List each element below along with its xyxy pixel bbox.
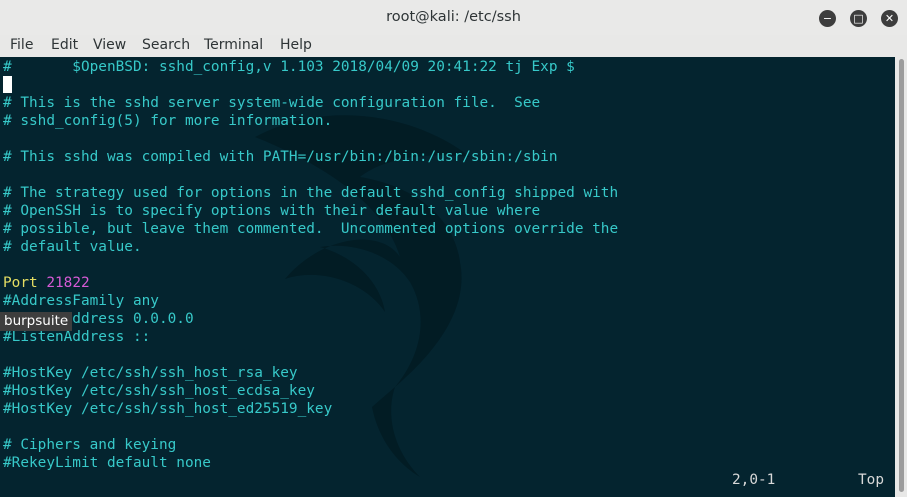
- menu-help[interactable]: Help: [280, 37, 312, 53]
- menu-search[interactable]: Search: [142, 37, 190, 53]
- port-line: Port 21822: [3, 274, 90, 292]
- scroll-position-status: Top: [858, 472, 884, 488]
- code-line: # $OpenBSD: sshd_config,v 1.103 2018/04/…: [3, 59, 575, 75]
- code-line: #HostKey /etc/ssh/ssh_host_ed25519_key: [3, 401, 333, 417]
- menu-edit[interactable]: Edit: [51, 37, 78, 53]
- vertical-scrollbar[interactable]: [895, 57, 907, 497]
- menu-bar: File Edit View Search Terminal Help: [0, 35, 907, 57]
- code-line: # default value.: [3, 239, 142, 255]
- code-line: #RekeyLimit default none: [3, 455, 211, 471]
- minimize-icon[interactable]: −: [819, 10, 836, 27]
- port-value: 21822: [46, 275, 90, 291]
- code-line: #HostKey /etc/ssh/ssh_host_rsa_key: [3, 365, 298, 381]
- code-line: # possible, but leave them commented. Un…: [3, 221, 619, 237]
- tooltip: burpsuite: [0, 312, 73, 331]
- window-title: root@kali: /etc/ssh: [386, 9, 521, 25]
- code-line: # Ciphers and keying: [3, 437, 177, 453]
- code-line: #HostKey /etc/ssh/ssh_host_ecdsa_key: [3, 383, 315, 399]
- code-line: # This is the sshd server system-wide co…: [3, 95, 541, 111]
- scrollbar-thumb[interactable]: [899, 59, 904, 492]
- code-line: # OpenSSH is to specify options with the…: [3, 203, 541, 219]
- cursor-position-status: 2,0-1: [732, 472, 776, 488]
- menu-file[interactable]: File: [10, 37, 33, 53]
- code-line: # sshd_config(5) for more information.: [3, 113, 333, 129]
- port-keyword: Port: [3, 275, 38, 291]
- menu-view[interactable]: View: [93, 37, 126, 53]
- window-titlebar: root@kali: /etc/ssh − □ ✕: [0, 0, 907, 35]
- close-icon[interactable]: ✕: [881, 10, 898, 27]
- menu-terminal[interactable]: Terminal: [204, 37, 263, 53]
- terminal-area[interactable]: # $OpenBSD: sshd_config,v 1.103 2018/04/…: [0, 57, 895, 497]
- code-line: #AddressFamily any: [3, 293, 159, 309]
- text-cursor: [3, 76, 12, 93]
- maximize-icon[interactable]: □: [850, 10, 867, 27]
- code-line: # This sshd was compiled with PATH=/usr/…: [3, 149, 558, 165]
- code-line: # The strategy used for options in the d…: [3, 185, 619, 201]
